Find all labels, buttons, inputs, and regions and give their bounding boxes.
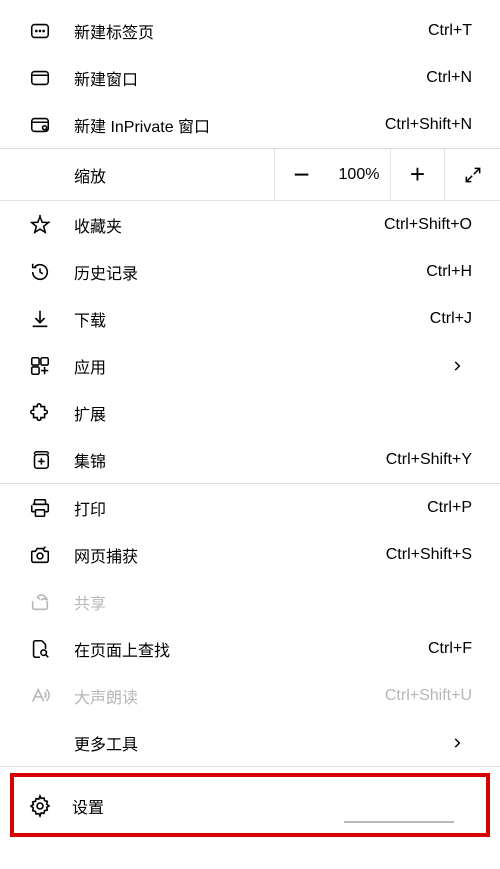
menu-label: 设置	[72, 794, 104, 818]
fullscreen-button[interactable]	[444, 149, 500, 200]
browser-main-menu: 新建标签页 Ctrl+T 新建窗口 Ctrl+N 新建 InPrivate 窗口…	[0, 0, 500, 837]
menu-item-history[interactable]: 历史记录 Ctrl+H	[0, 248, 500, 295]
menu-shortcut: Ctrl+T	[428, 22, 472, 40]
collections-icon	[28, 448, 52, 472]
menu-shortcut: Ctrl+H	[426, 263, 472, 281]
menu-item-downloads[interactable]: 下载 Ctrl+J	[0, 295, 500, 342]
menu-label: 集锦	[74, 448, 106, 472]
zoom-value: 100%	[328, 166, 390, 184]
read-aloud-icon	[28, 684, 52, 708]
apps-icon	[28, 354, 52, 378]
menu-item-extensions[interactable]: 扩展	[0, 389, 500, 436]
find-icon	[28, 637, 52, 661]
menu-item-more-tools[interactable]: 更多工具	[0, 719, 500, 766]
menu-shortcut: Ctrl+P	[427, 499, 472, 517]
menu-shortcut: Ctrl+Shift+Y	[386, 451, 472, 469]
menu-label: 在页面上查找	[74, 637, 170, 661]
gear-icon	[28, 794, 52, 818]
menu-label: 新建标签页	[74, 19, 154, 43]
menu-label: 新建 InPrivate 窗口	[74, 113, 210, 137]
menu-item-find-on-page[interactable]: 在页面上查找 Ctrl+F	[0, 625, 500, 672]
menu-label: 新建窗口	[74, 66, 138, 90]
separator	[0, 766, 500, 767]
menu-label: 历史记录	[74, 260, 138, 284]
menu-item-new-inprivate[interactable]: 新建 InPrivate 窗口 Ctrl+Shift+N	[0, 101, 500, 148]
menu-label: 网页捕获	[74, 543, 138, 567]
menu-label: 共享	[74, 590, 106, 614]
star-icon	[28, 213, 52, 237]
camera-icon	[28, 543, 52, 567]
menu-item-new-tab[interactable]: 新建标签页 Ctrl+T	[0, 0, 500, 54]
zoom-out-button[interactable]: −	[274, 149, 328, 200]
settings-highlight-box: 设置	[10, 773, 490, 837]
menu-item-share: 共享	[0, 578, 500, 625]
chevron-right-icon	[442, 736, 472, 750]
settings-underline	[344, 821, 454, 823]
menu-label: 扩展	[74, 401, 106, 425]
menu-shortcut: Ctrl+Shift+O	[384, 216, 472, 234]
zoom-label: 缩放	[74, 163, 106, 187]
new-window-icon	[28, 66, 52, 90]
menu-item-read-aloud: 大声朗读 Ctrl+Shift+U	[0, 672, 500, 719]
menu-item-zoom: 缩放 − 100% +	[0, 149, 500, 201]
menu-label: 更多工具	[74, 731, 138, 755]
blank-icon	[28, 731, 52, 755]
menu-shortcut: Ctrl+Shift+N	[385, 116, 472, 134]
menu-item-settings[interactable]: 设置	[14, 777, 486, 833]
menu-label: 应用	[74, 354, 106, 378]
menu-shortcut: Ctrl+Shift+S	[386, 546, 472, 564]
menu-item-print[interactable]: 打印 Ctrl+P	[0, 484, 500, 531]
menu-label: 打印	[74, 496, 106, 520]
menu-label: 大声朗读	[74, 684, 138, 708]
menu-item-web-capture[interactable]: 网页捕获 Ctrl+Shift+S	[0, 531, 500, 578]
new-tab-icon	[28, 19, 52, 43]
menu-item-new-window[interactable]: 新建窗口 Ctrl+N	[0, 54, 500, 101]
extensions-icon	[28, 401, 52, 425]
menu-shortcut: Ctrl+F	[428, 640, 472, 658]
menu-shortcut: Ctrl+J	[430, 310, 472, 328]
inprivate-icon	[28, 113, 52, 137]
menu-item-apps[interactable]: 应用	[0, 342, 500, 389]
menu-item-favorites[interactable]: 收藏夹 Ctrl+Shift+O	[0, 201, 500, 248]
menu-item-collections[interactable]: 集锦 Ctrl+Shift+Y	[0, 436, 500, 483]
menu-label: 收藏夹	[74, 213, 122, 237]
history-icon	[28, 260, 52, 284]
share-icon	[28, 590, 52, 614]
menu-label: 下载	[74, 307, 106, 331]
download-icon	[28, 307, 52, 331]
menu-shortcut: Ctrl+N	[426, 69, 472, 87]
menu-shortcut: Ctrl+Shift+U	[385, 687, 472, 705]
print-icon	[28, 496, 52, 520]
chevron-right-icon	[442, 359, 472, 373]
zoom-in-button[interactable]: +	[390, 149, 444, 200]
